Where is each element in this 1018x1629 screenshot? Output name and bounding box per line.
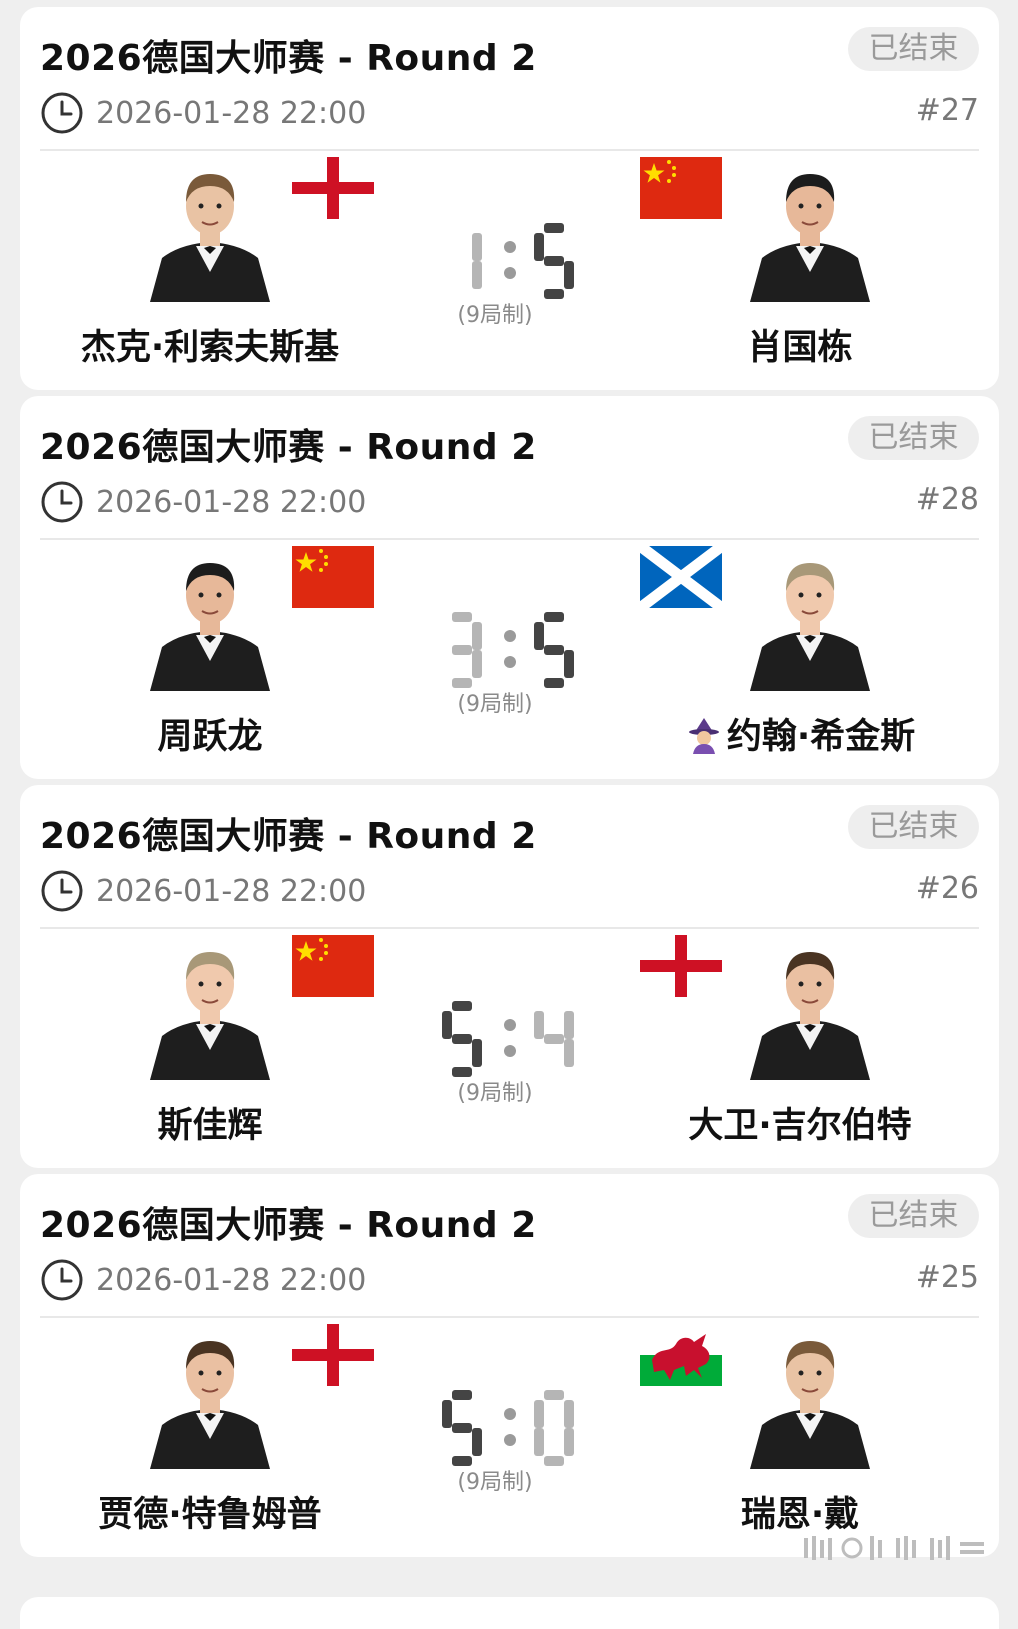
status-badge: 已结束	[848, 1194, 979, 1238]
player-left-name[interactable]: 贾德·特鲁姆普	[0, 1486, 420, 1537]
match-format: (9局制)	[457, 303, 533, 328]
match-number: #28	[915, 482, 979, 517]
score	[442, 1390, 574, 1466]
divider	[40, 149, 979, 151]
clock-icon	[41, 1259, 83, 1301]
england-flag-icon	[292, 1324, 374, 1386]
england-flag-icon	[292, 157, 374, 219]
player-left-name[interactable]: 斯佳辉	[0, 1097, 420, 1148]
player-name-label: 肖国栋	[747, 328, 853, 368]
match-format: (9局制)	[457, 1470, 533, 1495]
divider	[40, 538, 979, 540]
match-time: 2026-01-28 22:00	[96, 1262, 367, 1298]
player-avatar	[750, 1341, 870, 1469]
player-left-name[interactable]: 杰克·利索夫斯基	[0, 319, 420, 370]
match-time: 2026-01-28 22:00	[96, 484, 367, 520]
player-avatar	[750, 563, 870, 691]
score	[442, 1001, 574, 1077]
match-time: 2026-01-28 22:00	[96, 95, 367, 131]
match-title: 2026德国大师赛 - Round 2	[40, 816, 537, 857]
match-title: 2026德国大师赛 - Round 2	[40, 38, 537, 79]
time-row: 2026-01-28 22:00	[40, 91, 366, 135]
player-left[interactable]	[50, 546, 390, 691]
score	[472, 223, 574, 299]
match-number: #26	[915, 871, 979, 906]
mage-icon	[688, 718, 719, 754]
player-right[interactable]	[640, 546, 980, 691]
status-badge: 已结束	[848, 416, 979, 460]
match-format: (9局制)	[457, 1081, 533, 1106]
player-right-name[interactable]: 大卫·吉尔伯特	[590, 1097, 1010, 1148]
player-right[interactable]	[640, 935, 980, 1080]
player-right-name[interactable]: 肖国栋	[590, 319, 1010, 370]
wales-flag-icon	[640, 1324, 722, 1386]
match-number: #27	[915, 93, 979, 128]
watermark	[804, 1536, 984, 1560]
player-name-label: 瑞恩·戴	[740, 1495, 860, 1535]
status-badge: 已结束	[848, 805, 979, 849]
china-flag-icon	[292, 546, 374, 608]
match-card[interactable]: 2026德国大师赛 - Round 2 已结束 2026-01-28 22:00…	[20, 785, 999, 1168]
match-card[interactable]: 2026德国大师赛 - Round 2 已结束 2026-01-28 22:00…	[20, 7, 999, 390]
player-left[interactable]	[50, 1324, 390, 1469]
player-right[interactable]	[640, 157, 980, 302]
china-flag-icon	[640, 157, 722, 219]
player-left-name[interactable]: 周跃龙	[0, 708, 420, 759]
divider	[40, 927, 979, 929]
match-number: #25	[915, 1260, 979, 1295]
player-avatar	[150, 563, 270, 691]
china-flag-icon	[292, 935, 374, 997]
player-name-label: 贾德·特鲁姆普	[98, 1495, 322, 1535]
match-title: 2026德国大师赛 - Round 2	[40, 1205, 537, 1246]
clock-icon	[41, 481, 83, 523]
player-name-label: 周跃龙	[157, 717, 263, 757]
player-avatar	[150, 952, 270, 1080]
time-row: 2026-01-28 22:00	[40, 480, 366, 524]
match-title: 2026德国大师赛 - Round 2	[40, 427, 537, 468]
player-right[interactable]	[640, 1324, 980, 1469]
match-card[interactable]: 2026德国大师赛 - Round 2 已结束 2026-01-28 22:00…	[20, 1174, 999, 1557]
scotland-flag-icon	[640, 546, 722, 608]
player-name-label: 大卫·吉尔伯特	[688, 1106, 912, 1146]
score	[452, 612, 574, 688]
player-name-label: 杰克·利索夫斯基	[80, 328, 340, 368]
england-flag-icon	[640, 935, 722, 997]
player-left[interactable]	[50, 157, 390, 302]
player-name-label: 斯佳辉	[157, 1106, 263, 1146]
player-avatar	[750, 952, 870, 1080]
match-format: (9局制)	[457, 692, 533, 717]
next-card-edge	[20, 1597, 999, 1629]
divider	[40, 1316, 979, 1318]
clock-icon	[41, 92, 83, 134]
status-badge: 已结束	[848, 27, 979, 71]
time-row: 2026-01-28 22:00	[40, 1258, 366, 1302]
match-time: 2026-01-28 22:00	[96, 873, 367, 909]
player-avatar	[150, 1341, 270, 1469]
player-avatar	[150, 174, 270, 302]
player-left[interactable]	[50, 935, 390, 1080]
clock-icon	[41, 870, 83, 912]
player-name-label: 约翰·希金斯	[726, 717, 916, 757]
match-card[interactable]: 2026德国大师赛 - Round 2 已结束 2026-01-28 22:00…	[20, 396, 999, 779]
player-avatar	[750, 174, 870, 302]
player-right-name[interactable]: 约翰·希金斯	[590, 708, 1010, 759]
time-row: 2026-01-28 22:00	[40, 869, 366, 913]
